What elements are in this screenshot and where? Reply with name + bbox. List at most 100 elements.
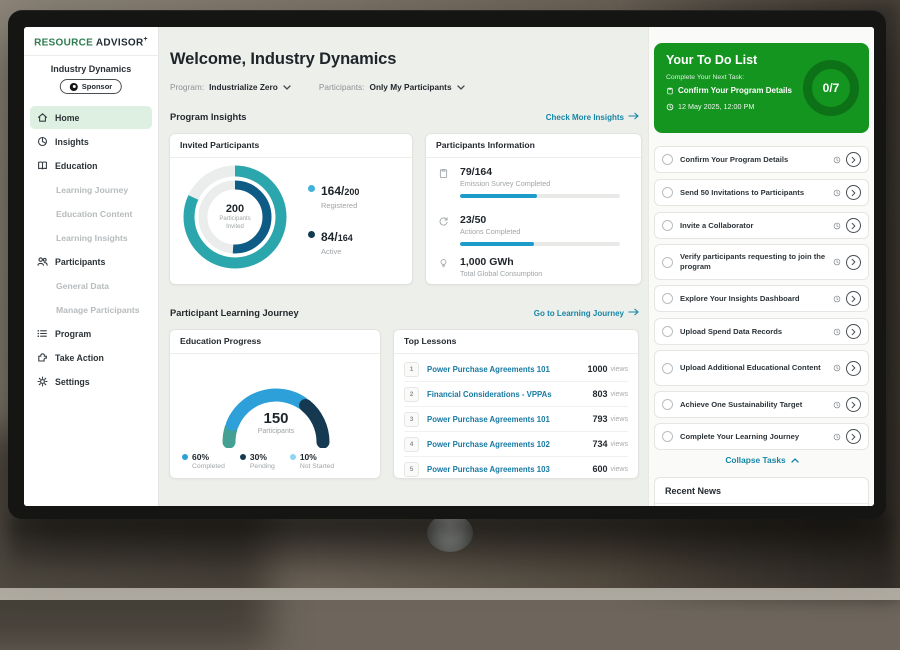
sidebar-item-learning-journey[interactable]: Learning Journey [30, 178, 152, 201]
app-logo: RESOURCE ADVISOR+ [24, 36, 158, 48]
task-checkbox[interactable] [662, 399, 673, 410]
task-open-button[interactable] [846, 397, 861, 412]
survey-progress-bar [460, 194, 620, 198]
task-open-button[interactable] [846, 152, 861, 167]
lesson-row: 1 Power Purchase Agreements 101 1000 vie… [404, 357, 628, 382]
sponsor-label: Sponsor [82, 82, 112, 91]
sidebar-item-general-data[interactable]: General Data [30, 274, 152, 297]
card-title: Top Lessons [394, 330, 638, 354]
rank-badge: 1 [404, 362, 419, 377]
task-open-button[interactable] [846, 185, 861, 200]
sidebar-item-home[interactable]: Home [30, 106, 152, 129]
program-insights-header: Program Insights Check More Insights [170, 111, 639, 123]
legend-dot [308, 185, 315, 192]
views-count: 600 [592, 464, 607, 474]
sidebar-item-participants[interactable]: Participants [30, 250, 152, 273]
sidebar-item-program[interactable]: Program [30, 322, 152, 345]
sidebar-item-education[interactable]: Education [30, 154, 152, 177]
info-row-actions: 23/50 Actions Completed [438, 214, 629, 246]
clock-icon [833, 364, 841, 372]
sponsor-badge[interactable]: Sponsor [60, 79, 122, 94]
lesson-row: 5 Power Purchase Agreements 103 600 view… [404, 457, 628, 481]
logo-plus: + [144, 36, 148, 43]
lesson-link[interactable]: Power Purchase Agreements 103 [427, 465, 550, 474]
chevron-down-icon [283, 82, 291, 92]
task-checkbox[interactable] [662, 187, 673, 198]
task-open-button[interactable] [846, 361, 861, 376]
rank-badge: 2 [404, 387, 419, 402]
actions-icon [438, 216, 449, 227]
task-item[interactable]: Confirm Your Program Details [654, 146, 869, 173]
task-item[interactable]: Complete Your Learning Journey [654, 423, 869, 450]
recent-news-title: Recent News [655, 478, 868, 504]
sidebar-item-take-action[interactable]: Take Action [30, 346, 152, 369]
participants-information-card: Participants Information 79/164 Emission… [425, 133, 642, 285]
collapse-tasks-link[interactable]: Collapse Tasks [649, 455, 874, 465]
chevron-down-icon [457, 82, 465, 92]
actions-progress-bar [460, 242, 620, 246]
task-open-button[interactable] [846, 291, 861, 306]
sidebar-item-manage-participants[interactable]: Manage Participants [30, 298, 152, 321]
task-item[interactable]: Explore Your Insights Dashboard [654, 285, 869, 312]
sidebar: RESOURCE ADVISOR+ Industry Dynamics Spon… [24, 27, 159, 506]
views-count: 793 [592, 414, 607, 424]
task-open-button[interactable] [846, 429, 861, 444]
top-lessons-card: Top Lessons 1 Power Purchase Agreements … [393, 329, 639, 479]
chevron-up-icon [791, 455, 799, 465]
rank-badge: 3 [404, 412, 419, 427]
rank-badge: 5 [404, 462, 419, 477]
check-more-insights-link[interactable]: Check More Insights [546, 112, 639, 122]
participants-value: Only My Participants [369, 82, 451, 92]
rank-badge: 4 [404, 437, 419, 452]
legend-registered: 164/200 Registered [308, 182, 359, 210]
task-checkbox[interactable] [662, 293, 673, 304]
sidebar-item-education-content[interactable]: Education Content [30, 202, 152, 225]
clock-icon [833, 156, 841, 164]
lesson-link[interactable]: Power Purchase Agreements 101 [427, 365, 550, 374]
go-to-learning-journey-link[interactable]: Go to Learning Journey [534, 308, 639, 318]
monitor-bezel: RESOURCE ADVISOR+ Industry Dynamics Spon… [8, 10, 886, 519]
clock-icon [833, 295, 841, 303]
views-count: 803 [592, 389, 607, 399]
lesson-link[interactable]: Power Purchase Agreements 101 [427, 415, 550, 424]
task-checkbox[interactable] [662, 363, 673, 374]
task-open-button[interactable] [846, 218, 861, 233]
task-checkbox[interactable] [662, 326, 673, 337]
task-item[interactable]: Upload Additional Educational Content [654, 350, 869, 386]
task-checkbox[interactable] [662, 220, 673, 231]
task-open-button[interactable] [846, 324, 861, 339]
sidebar-item-insights[interactable]: Insights [30, 130, 152, 153]
task-checkbox[interactable] [662, 154, 673, 165]
lessons-list: 1 Power Purchase Agreements 101 1000 vie… [404, 357, 628, 481]
task-checkbox[interactable] [662, 257, 673, 268]
task-item[interactable]: Verify participants requesting to join t… [654, 244, 869, 280]
participants-dropdown[interactable]: Participants: Only My Participants [319, 82, 465, 92]
right-arrow-icon [628, 112, 639, 122]
info-row-survey: 79/164 Emission Survey Completed [438, 166, 629, 198]
task-item[interactable]: Invite a Collaborator [654, 212, 869, 239]
views-count: 1000 [587, 364, 607, 374]
insights-icon [37, 136, 48, 147]
task-checkbox[interactable] [662, 431, 673, 442]
desk-edge [0, 588, 900, 600]
invited-donut-chart: 200 Participants Invited [182, 164, 288, 270]
todo-summary-card: Your To Do List Complete Your Next Task:… [654, 43, 869, 133]
right-arrow-icon [628, 308, 639, 318]
task-open-button[interactable] [846, 255, 861, 270]
lesson-link[interactable]: Power Purchase Agreements 102 [427, 440, 550, 449]
sidebar-item-settings[interactable]: Settings [30, 370, 152, 393]
task-item[interactable]: Achieve One Sustainability Target [654, 391, 869, 418]
sidebar-item-learning-insights[interactable]: Learning Insights [30, 226, 152, 249]
legend-dot [308, 231, 315, 238]
program-dropdown[interactable]: Program: Industrialize Zero [170, 82, 291, 92]
lesson-row: 2 Financial Considerations - VPPAs 803 v… [404, 382, 628, 407]
sidebar-nav: Home Insights Education Learning Journey… [24, 105, 158, 394]
clock-icon [833, 433, 841, 441]
lesson-link[interactable]: Financial Considerations - VPPAs [427, 390, 552, 399]
clock-icon [833, 189, 841, 197]
clock-icon [833, 328, 841, 336]
task-item[interactable]: Send 50 Invitations to Participants [654, 179, 869, 206]
main-content: Welcome, Industry Dynamics Program: Indu… [159, 27, 648, 506]
logo-resource: RESOURCE [34, 37, 93, 48]
task-item[interactable]: Upload Spend Data Records [654, 318, 869, 345]
